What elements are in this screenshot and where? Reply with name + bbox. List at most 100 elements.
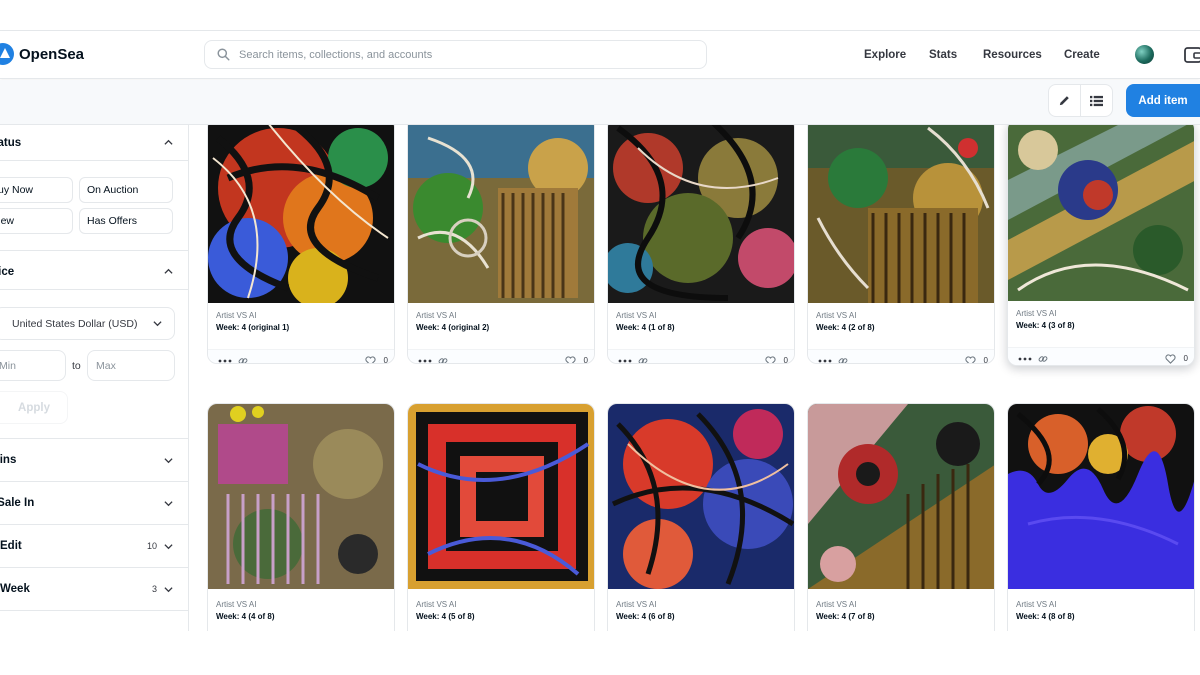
has-offers-toggle[interactable]: Has Offers	[79, 208, 173, 234]
item-title: Week: 4 (8 of 8)	[1016, 612, 1075, 621]
more-options-icon[interactable]	[218, 357, 232, 364]
nft-artwork-image[interactable]	[808, 404, 994, 589]
item-title: Week: 4 (6 of 8)	[616, 612, 675, 621]
collection-name[interactable]: Artist VS AI	[1016, 600, 1056, 609]
nav-stats[interactable]: Stats	[929, 31, 957, 79]
item-title: Week: 4 (2 of 8)	[816, 323, 875, 332]
chevron-down-icon	[164, 500, 173, 506]
list-view-button[interactable]	[1080, 84, 1113, 117]
collection-name[interactable]: Artist VS AI	[816, 600, 856, 609]
filter-edit-header[interactable]: Edit 10	[0, 525, 188, 568]
collection-toolbar: Add item	[0, 80, 1200, 125]
add-item-button[interactable]: Add item	[1126, 84, 1200, 117]
nft-artwork-image[interactable]	[608, 404, 794, 589]
nft-artwork-image[interactable]	[608, 125, 794, 303]
filter-count: 3	[151, 584, 157, 594]
nft-artwork-image[interactable]	[808, 125, 994, 303]
filter-sidebar: Status Buy Now On Auction New Has Offers…	[0, 125, 189, 631]
link-icon[interactable]	[638, 356, 648, 364]
heart-icon[interactable]	[765, 356, 776, 364]
link-icon[interactable]	[238, 356, 248, 364]
item-title: Week: 4 (5 of 8)	[416, 612, 475, 621]
card-footer: 0	[808, 349, 994, 364]
search-bar	[204, 40, 707, 69]
edit-button[interactable]	[1048, 84, 1081, 117]
nft-artwork-image[interactable]	[208, 404, 394, 589]
nft-artwork-image[interactable]	[408, 404, 594, 589]
profile-avatar[interactable]	[1135, 45, 1154, 64]
chevron-down-icon	[153, 321, 162, 327]
collection-name[interactable]: Artist VS AI	[1016, 309, 1056, 318]
more-options-icon[interactable]	[1018, 355, 1032, 363]
filter-week-header[interactable]: Week 3	[0, 568, 188, 611]
more-options-icon[interactable]	[618, 357, 632, 364]
collection-name[interactable]: Artist VS AI	[616, 311, 656, 320]
like-count: 0	[1183, 354, 1188, 363]
link-icon[interactable]	[838, 356, 848, 364]
heart-icon[interactable]	[565, 356, 576, 364]
like-count: 0	[983, 356, 988, 364]
nav-create[interactable]: Create	[1064, 31, 1100, 79]
filter-status-header[interactable]: Status	[0, 125, 188, 161]
min-price-input[interactable]: Min	[0, 350, 66, 381]
nft-artwork-image[interactable]	[1008, 404, 1194, 589]
item-card[interactable]: Artist VS AI Week: 4 (2 of 8) 0	[807, 125, 995, 364]
card-footer: 0	[408, 349, 594, 364]
chevron-up-icon	[164, 268, 173, 274]
top-blank-strip	[0, 0, 1200, 31]
item-card[interactable]: Artist VS AI Week: 4 (original 1) 0	[207, 125, 395, 364]
item-card[interactable]: Artist VS AI Week: 4 (3 of 8) 0	[1007, 125, 1195, 366]
item-card[interactable]: Artist VS AI Week: 4 (1 of 8) 0	[607, 125, 795, 364]
nft-artwork-image[interactable]	[1008, 125, 1194, 301]
item-card[interactable]: Artist VS AI Week: 4 (original 2) 0	[407, 125, 595, 364]
heart-icon[interactable]	[365, 356, 376, 364]
more-options-icon[interactable]	[418, 357, 432, 364]
nft-artwork-image[interactable]	[408, 125, 594, 303]
logo-text: OpenSea	[19, 45, 85, 63]
collection-name[interactable]: Artist VS AI	[416, 600, 456, 609]
item-card[interactable]: Artist VS AI Week: 4 (4 of 8)	[207, 403, 395, 631]
filter-section-title: Price	[0, 265, 15, 278]
opensea-logo[interactable]: OpenSea	[0, 43, 84, 65]
chevron-down-icon	[164, 457, 173, 463]
item-card[interactable]: Artist VS AI Week: 4 (7 of 8)	[807, 403, 995, 631]
link-icon[interactable]	[438, 356, 448, 364]
collection-name[interactable]: Artist VS AI	[216, 311, 256, 320]
collection-name[interactable]: Artist VS AI	[416, 311, 456, 320]
collection-name[interactable]: Artist VS AI	[616, 600, 656, 609]
filter-count: 10	[146, 541, 157, 551]
item-card[interactable]: Artist VS AI Week: 4 (5 of 8)	[407, 403, 595, 631]
currency-select-value: United States Dollar (USD)	[12, 317, 138, 330]
collection-name[interactable]: Artist VS AI	[216, 600, 256, 609]
collection-name[interactable]: Artist VS AI	[816, 311, 856, 320]
nft-artwork-image[interactable]	[208, 125, 394, 303]
filter-price-header[interactable]: Price	[0, 254, 188, 290]
on-auction-toggle[interactable]: On Auction	[79, 177, 173, 203]
max-price-input[interactable]: Max	[87, 350, 175, 381]
nav-resources[interactable]: Resources	[983, 31, 1042, 79]
new-toggle[interactable]: New	[0, 208, 73, 234]
filter-section-title: Week	[0, 583, 30, 595]
more-options-icon[interactable]	[818, 357, 832, 364]
item-title: Week: 4 (1 of 8)	[616, 323, 675, 332]
link-icon[interactable]	[1038, 354, 1048, 364]
filter-chains-header[interactable]: Chains	[0, 439, 188, 482]
list-icon	[1090, 95, 1103, 106]
item-card[interactable]: Artist VS AI Week: 4 (8 of 8)	[1007, 403, 1195, 631]
item-title: Week: 4 (3 of 8)	[1016, 321, 1075, 330]
apply-price-button[interactable]: Apply	[0, 391, 68, 424]
filter-section-title: Edit	[0, 540, 22, 552]
wallet-icon[interactable]	[1183, 45, 1200, 65]
buy-now-toggle[interactable]: Buy Now	[0, 177, 73, 203]
filter-section-title: Status	[0, 136, 22, 149]
search-input[interactable]	[239, 48, 679, 61]
range-to-label: to	[72, 360, 81, 372]
heart-icon[interactable]	[1165, 354, 1176, 364]
search-icon	[217, 48, 230, 61]
filter-on-sale-in-header[interactable]: On Sale In	[0, 482, 188, 525]
heart-icon[interactable]	[965, 356, 976, 364]
like-count: 0	[383, 356, 388, 364]
nav-explore[interactable]: Explore	[864, 31, 906, 79]
currency-select[interactable]: United States Dollar (USD)	[0, 307, 175, 340]
item-card[interactable]: Artist VS AI Week: 4 (6 of 8)	[607, 403, 795, 631]
